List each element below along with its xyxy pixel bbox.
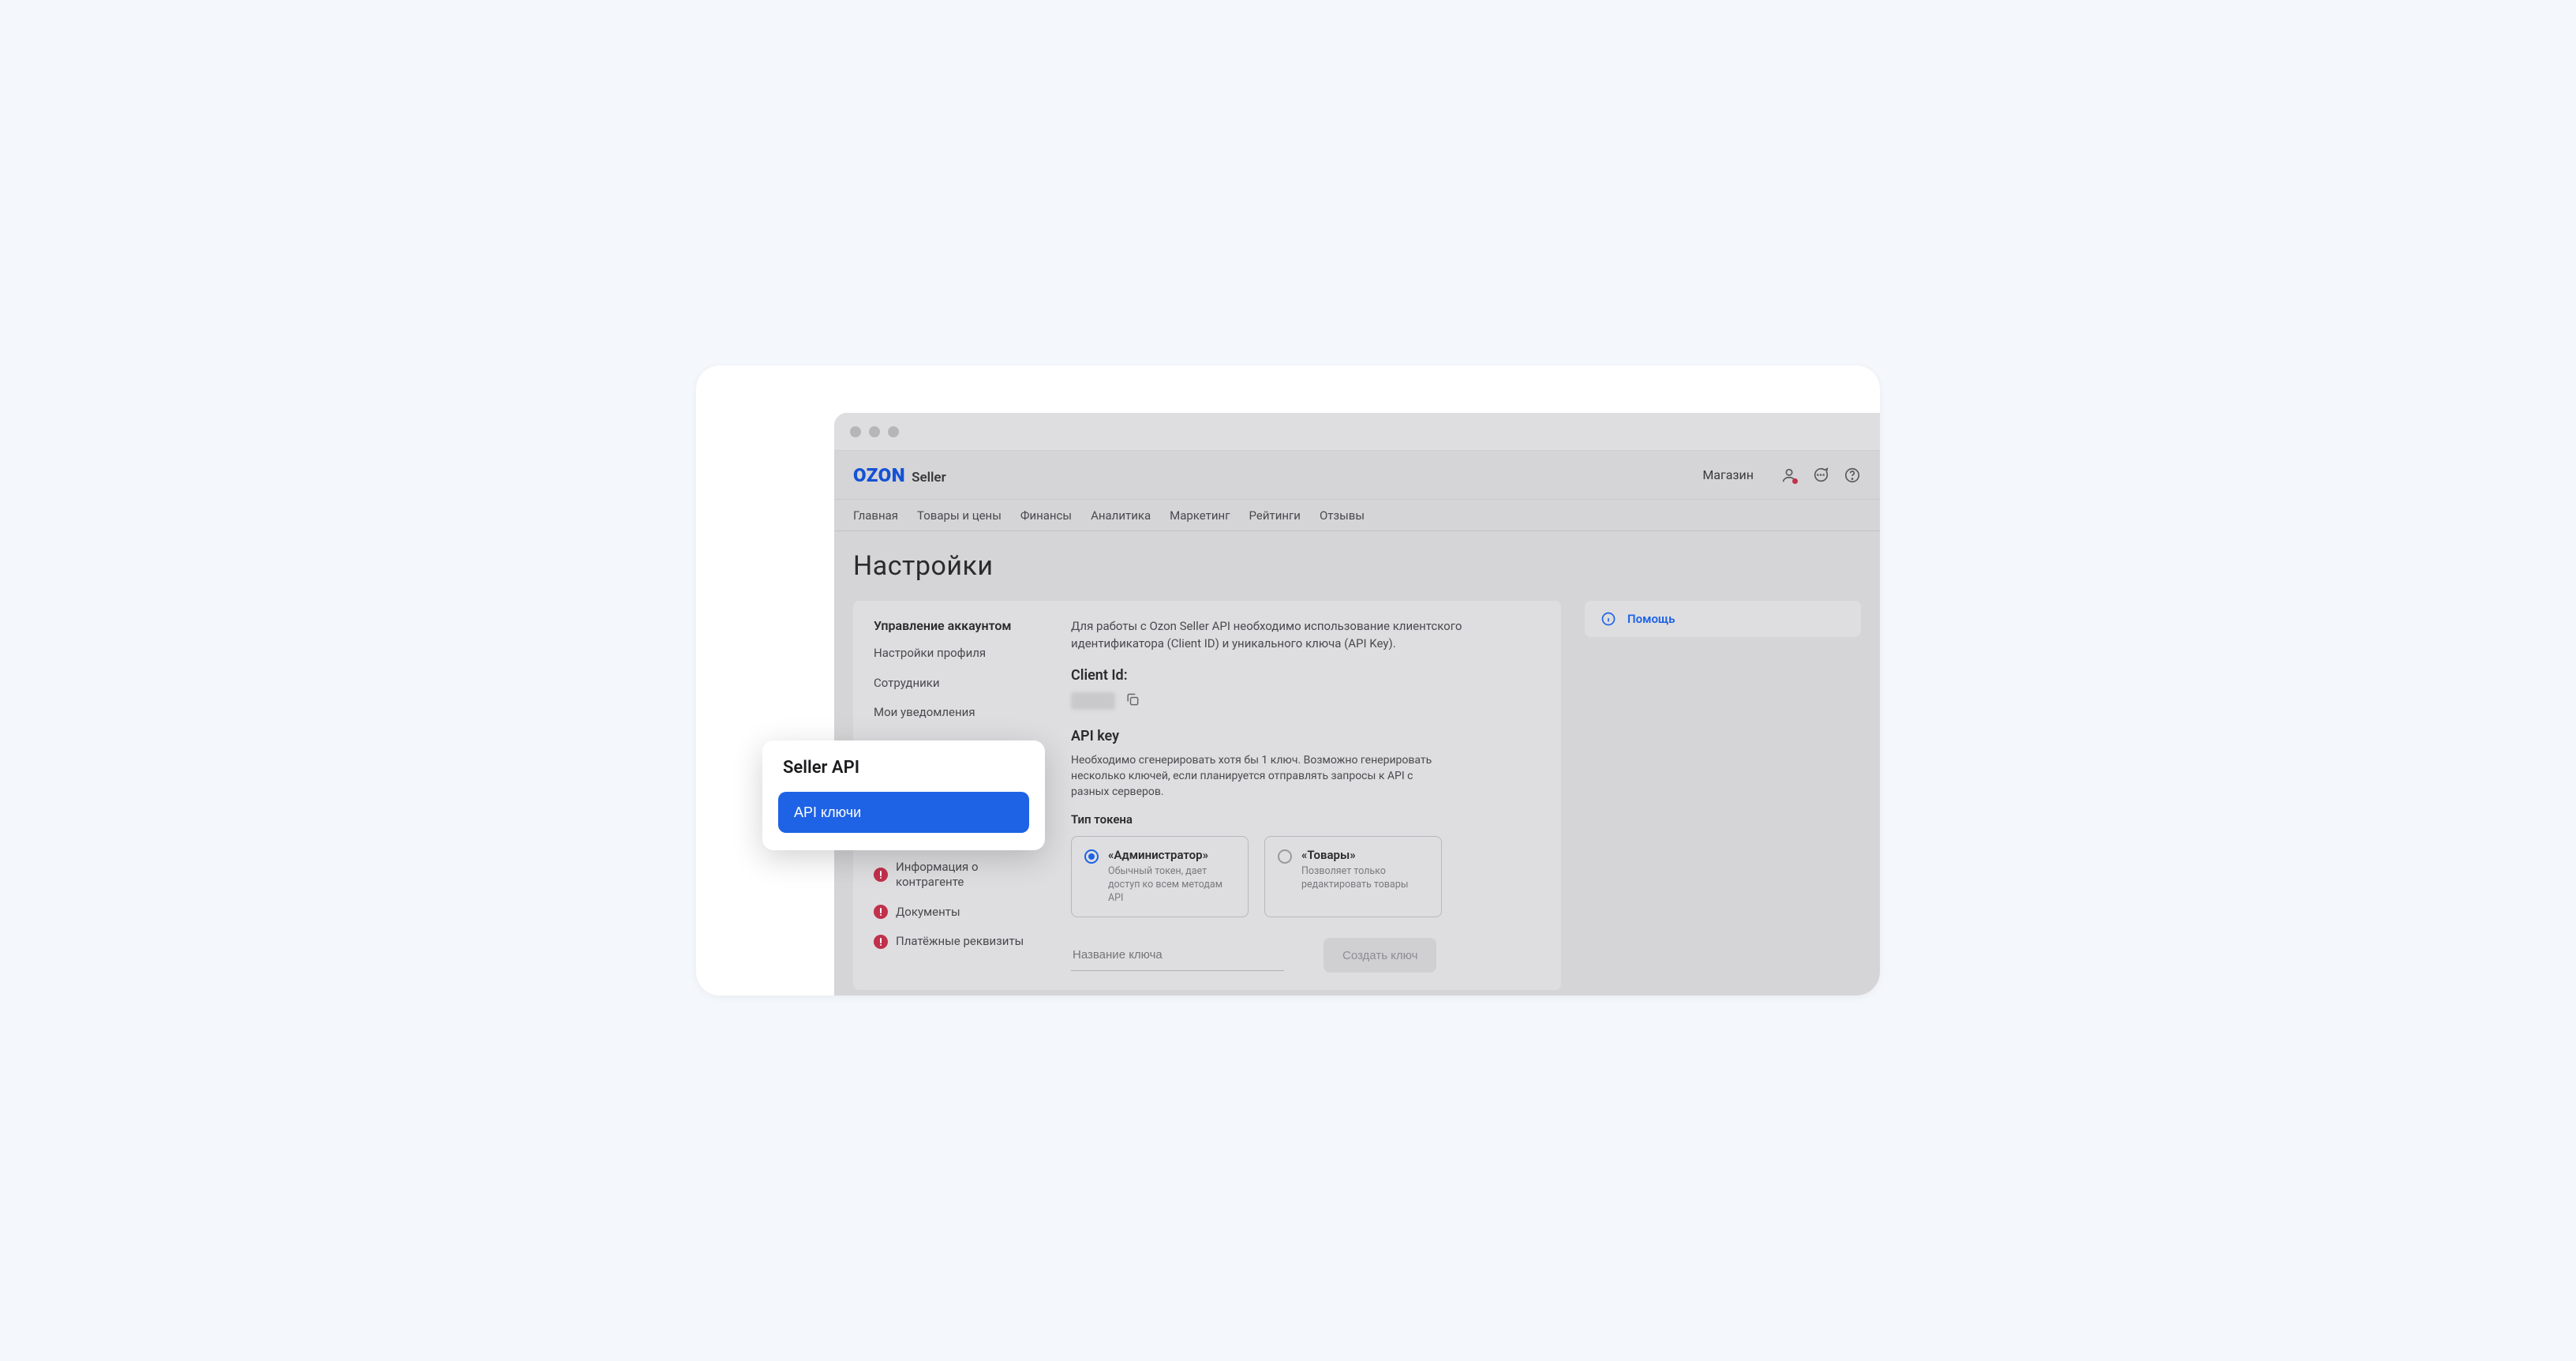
user-icon[interactable] — [1780, 467, 1798, 484]
token-card-admin[interactable]: «Администратор» Обычный токен, дает дост… — [1071, 836, 1249, 917]
nav-item-ratings[interactable]: Рейтинги — [1249, 508, 1301, 523]
api-key-desc: Необходимо сгенерировать хотя бы 1 ключ.… — [1071, 752, 1434, 800]
brand-logo[interactable]: OZON Seller — [853, 464, 946, 486]
browser-window: OZON Seller Магазин Главная Товары и — [834, 413, 1880, 995]
content: Для работы с Ozon Seller API необходимо … — [1071, 618, 1541, 973]
sidebar-item-notifications[interactable]: Мои уведомления — [874, 705, 1039, 721]
help-panel[interactable]: Помощь — [1585, 601, 1861, 637]
alert-icon — [874, 935, 888, 949]
sidebar-item-documents[interactable]: Документы — [874, 905, 1039, 920]
client-id-row — [1071, 692, 1541, 710]
brand-logo-main: OZON — [853, 464, 905, 486]
page-title: Настройки — [853, 550, 1861, 582]
sidebar-item-payment[interactable]: Платёжные реквизиты — [874, 934, 1039, 950]
radio-icon — [1278, 849, 1292, 864]
token-cards: «Администратор» Обычный токен, дает дост… — [1071, 836, 1541, 917]
nav-item-finance[interactable]: Финансы — [1020, 508, 1072, 523]
nav-item-products[interactable]: Товары и цены — [917, 508, 1002, 523]
api-key-label: API key — [1071, 728, 1541, 744]
sidebar-item-counterparty[interactable]: Информация о контрагенте — [874, 860, 1039, 890]
alert-icon — [874, 905, 888, 919]
nav-item-marketing[interactable]: Маркетинг — [1170, 508, 1230, 523]
token-card-title: «Администратор» — [1108, 848, 1235, 862]
window-dot-close[interactable] — [850, 426, 861, 437]
token-type-label: Тип токена — [1071, 812, 1541, 827]
nav-item-analytics[interactable]: Аналитика — [1091, 508, 1151, 523]
nav-item-reviews[interactable]: Отзывы — [1320, 508, 1365, 523]
token-card-sub: Обычный токен, дает доступ ко всем метод… — [1108, 865, 1235, 905]
client-id-value-blurred — [1071, 692, 1115, 710]
brand-logo-sub: Seller — [912, 470, 946, 486]
topbar-icons — [1780, 467, 1861, 484]
sidebar-item-profile[interactable]: Настройки профиля — [874, 646, 1039, 662]
sidebar-item-employees[interactable]: Сотрудники — [874, 676, 1039, 692]
main-nav: Главная Товары и цены Финансы Аналитика … — [834, 500, 1880, 531]
titlebar — [834, 413, 1880, 451]
client-id-label: Client Id: — [1071, 667, 1541, 684]
store-link[interactable]: Магазин — [1702, 467, 1754, 482]
stage: OZON Seller Магазин Главная Товары и — [696, 366, 1880, 995]
nav-item-home[interactable]: Главная — [853, 508, 898, 523]
create-key-row: Создать ключ — [1071, 938, 1541, 973]
help-icon[interactable] — [1844, 467, 1861, 484]
popup-title: Seller API — [778, 758, 1029, 778]
intro-text: Для работы с Ozon Seller API необходимо … — [1071, 618, 1466, 653]
radio-selected-icon — [1084, 849, 1099, 864]
topbar: OZON Seller Магазин — [834, 451, 1880, 500]
token-card-title: «Товары» — [1301, 848, 1428, 862]
chat-icon[interactable] — [1812, 467, 1829, 484]
sidebar-heading: Управление аккаунтом — [874, 618, 1039, 633]
api-keys-button[interactable]: API ключи — [778, 792, 1029, 833]
token-card-products[interactable]: «Товары» Позволяет только редактировать … — [1264, 836, 1442, 917]
help-label: Помощь — [1627, 612, 1675, 626]
copy-icon[interactable] — [1125, 692, 1140, 710]
seller-api-popup: Seller API API ключи — [762, 740, 1045, 850]
alert-icon — [874, 868, 888, 882]
key-name-input[interactable] — [1071, 939, 1284, 971]
window-dot-minimize[interactable] — [869, 426, 880, 437]
info-icon — [1601, 611, 1616, 627]
token-card-sub: Позволяет только редактировать товары — [1301, 865, 1428, 892]
user-notification-dot — [1792, 478, 1798, 484]
create-key-button[interactable]: Создать ключ — [1324, 938, 1436, 973]
window-dot-zoom[interactable] — [888, 426, 899, 437]
